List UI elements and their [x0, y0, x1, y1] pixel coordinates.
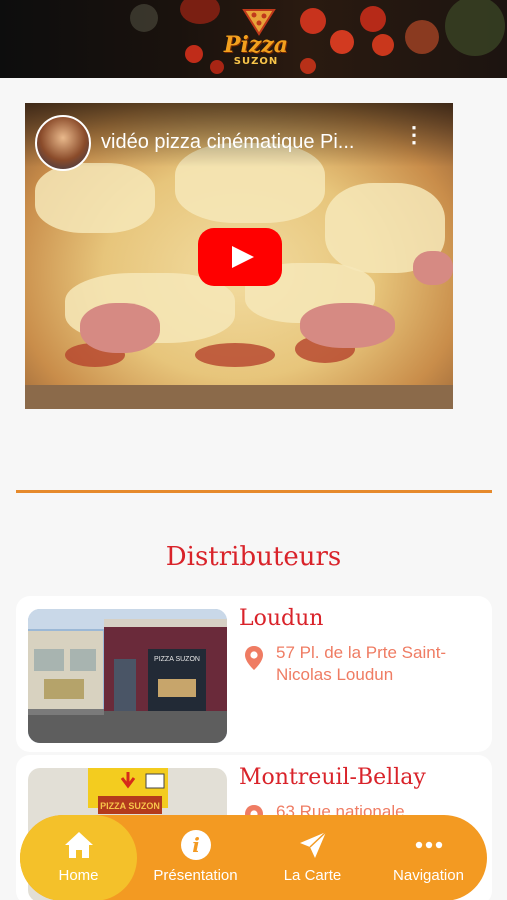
distributor-card[interactable]: PIZZA SUZON Loudun 57 Pl. de la Prte Sai…: [16, 596, 492, 752]
home-icon: [65, 832, 93, 858]
distributor-photo: PIZZA SUZON: [28, 609, 227, 743]
nav-presentation[interactable]: i Présentation: [137, 815, 254, 900]
logo-text: Pizza: [223, 32, 289, 58]
play-button[interactable]: [198, 228, 282, 286]
distributor-name[interactable]: Montreuil-Bellay: [239, 765, 426, 790]
nav-home-label: Home: [58, 867, 99, 884]
distributor-address[interactable]: 57 Pl. de la Prte Saint-Nicolas Loudun: [276, 642, 476, 686]
video-player[interactable]: vidéo pizza cinématique Pi... ⋮: [25, 103, 453, 409]
nav-navigation-label: Navigation: [393, 867, 464, 884]
section-title: Distributeurs: [165, 542, 342, 572]
nav-la-carte[interactable]: La Carte: [254, 815, 371, 900]
photo-sign: PIZZA SUZON: [100, 801, 160, 811]
more-icon: [415, 841, 443, 849]
header-banner: Pizza SUZON: [0, 0, 507, 78]
video-title[interactable]: vidéo pizza cinématique Pi...: [101, 131, 391, 154]
section-divider: [16, 490, 492, 493]
logo[interactable]: Pizza SUZON: [214, 6, 298, 74]
more-options-icon[interactable]: ⋮: [403, 124, 425, 153]
nav-la-carte-label: La Carte: [283, 867, 342, 884]
nav-navigation[interactable]: Navigation: [370, 815, 487, 900]
nav-home[interactable]: Home: [20, 815, 137, 900]
send-icon: [300, 831, 327, 858]
svg-text:i: i: [192, 833, 200, 857]
logo-subtext: SUZON: [233, 56, 279, 67]
info-icon: i: [181, 830, 211, 860]
bottom-navigation: Home i Présentation La Carte Navigation: [20, 815, 487, 900]
distributor-name[interactable]: Loudun: [239, 606, 323, 631]
photo-sign: PIZZA SUZON: [154, 656, 200, 663]
location-pin-icon: [245, 646, 263, 670]
channel-avatar[interactable]: [35, 115, 91, 171]
play-icon: [232, 246, 254, 268]
nav-presentation-label: Présentation: [153, 867, 238, 884]
